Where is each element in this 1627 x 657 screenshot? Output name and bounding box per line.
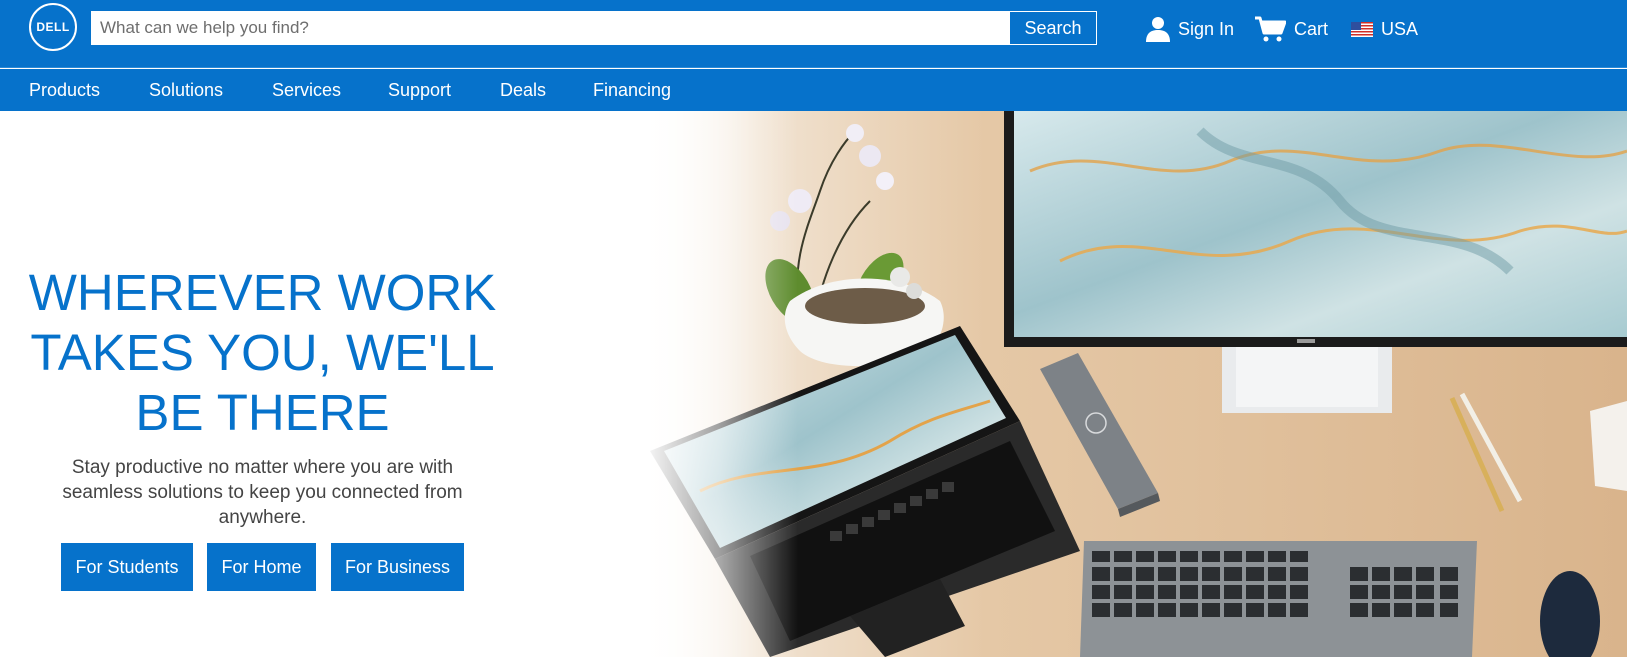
- country-label: USA: [1381, 18, 1419, 39]
- nav-item-deals[interactable]: Deals: [500, 69, 546, 111]
- top-header: DELL Search Sign In Cart USA: [0, 0, 1627, 68]
- sign-in-link[interactable]: Sign In: [1146, 14, 1234, 44]
- for-home-button[interactable]: For Home: [207, 543, 316, 591]
- search-input[interactable]: [91, 11, 1010, 45]
- dell-logo-icon[interactable]: DELL: [29, 3, 77, 51]
- us-flag-icon: [1351, 21, 1373, 37]
- hero-headline-line-2: TAKES YOU, WE'LL: [30, 324, 495, 381]
- nav-item-financing[interactable]: Financing: [593, 69, 671, 111]
- for-business-button[interactable]: For Business: [331, 543, 464, 591]
- hero-fade: [640, 111, 1627, 657]
- country-selector[interactable]: USA: [1351, 14, 1418, 44]
- hero-text-panel: WHEREVER WORK TAKES YOU, WE'LL BE THERE …: [0, 111, 640, 657]
- cart-link[interactable]: Cart: [1254, 14, 1328, 44]
- main-nav: Products Solutions Services Support Deal…: [0, 69, 1627, 111]
- hero-headline-line-3: BE THERE: [135, 384, 390, 441]
- desk-photo: [640, 111, 1627, 657]
- search-button[interactable]: Search: [1009, 11, 1097, 45]
- user-icon: [1146, 17, 1170, 42]
- nav-item-support[interactable]: Support: [388, 69, 451, 111]
- nav-item-products[interactable]: Products: [29, 69, 100, 111]
- cart-label: Cart: [1294, 18, 1329, 39]
- hero-subtext: Stay productive no matter where you are …: [62, 457, 463, 528]
- hero-banner: WHEREVER WORK TAKES YOU, WE'LL BE THERE …: [0, 111, 1627, 657]
- sign-in-label: Sign In: [1178, 18, 1235, 39]
- logo-text: DELL: [36, 20, 70, 34]
- nav-item-solutions[interactable]: Solutions: [149, 69, 223, 111]
- hero-headline: WHEREVER WORK TAKES YOU, WE'LL BE THERE: [20, 263, 505, 443]
- nav-item-services[interactable]: Services: [272, 69, 341, 111]
- cart-icon: [1255, 16, 1286, 42]
- for-students-button[interactable]: For Students: [61, 543, 193, 591]
- hero-headline-line-1: WHEREVER WORK: [28, 264, 497, 321]
